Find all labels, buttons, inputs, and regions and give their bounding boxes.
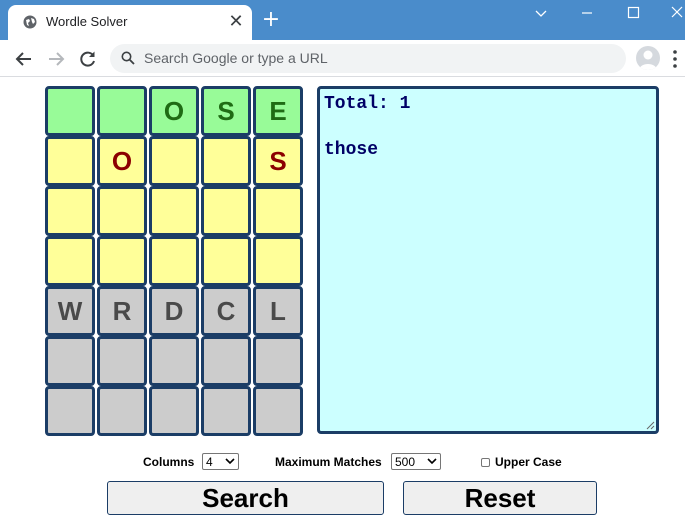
letter-cell-yellow[interactable] bbox=[45, 186, 95, 236]
browser-title-bar: Wordle Solver ✕ + bbox=[0, 0, 685, 40]
results-output[interactable]: Total: 1 those bbox=[317, 86, 659, 434]
minimize-icon[interactable] bbox=[574, 4, 600, 22]
letter-cell-yellow[interactable] bbox=[201, 186, 251, 236]
browser-toolbar: Search Google or type a URL bbox=[0, 40, 685, 77]
omnibox[interactable]: Search Google or type a URL bbox=[110, 44, 626, 73]
letter-cell-gray[interactable] bbox=[97, 386, 147, 436]
letter-cell-yellow[interactable] bbox=[149, 186, 199, 236]
letter-cell-yellow[interactable] bbox=[253, 186, 303, 236]
browser-tab[interactable]: Wordle Solver ✕ bbox=[8, 5, 252, 40]
letter-cell-gray[interactable] bbox=[97, 336, 147, 386]
letter-cell-yellow[interactable] bbox=[97, 236, 147, 286]
columns-select[interactable]: 4 bbox=[202, 453, 239, 470]
columns-select-value: 4 bbox=[206, 455, 213, 469]
letter-cell-gray[interactable]: W bbox=[45, 286, 95, 336]
letter-cell-green[interactable]: E bbox=[253, 86, 303, 136]
letter-cell-green[interactable] bbox=[45, 86, 95, 136]
reset-button[interactable]: Reset bbox=[403, 481, 597, 515]
letter-cell-yellow[interactable] bbox=[45, 136, 95, 186]
letter-cell-gray[interactable]: L bbox=[253, 286, 303, 336]
results-total: Total: 1 bbox=[324, 94, 411, 114]
letter-cell-gray[interactable] bbox=[201, 386, 251, 436]
letter-cell-yellow[interactable] bbox=[149, 236, 199, 286]
letter-cell-yellow[interactable] bbox=[201, 236, 251, 286]
maximize-icon[interactable] bbox=[620, 4, 646, 22]
resize-handle-icon[interactable] bbox=[645, 420, 655, 430]
letter-cell-gray[interactable] bbox=[149, 336, 199, 386]
letter-cell-yellow[interactable] bbox=[201, 136, 251, 186]
letter-cell-yellow[interactable] bbox=[45, 236, 95, 286]
letter-cell-gray[interactable] bbox=[149, 386, 199, 436]
letter-cell-yellow[interactable]: O bbox=[97, 136, 147, 186]
letter-cell-gray[interactable] bbox=[45, 336, 95, 386]
letter-cell-green[interactable]: S bbox=[201, 86, 251, 136]
letter-cell-gray[interactable] bbox=[253, 336, 303, 386]
chevron-down-icon bbox=[225, 458, 235, 465]
person-icon bbox=[639, 50, 657, 70]
letter-cell-yellow[interactable] bbox=[253, 236, 303, 286]
letter-cell-green[interactable] bbox=[97, 86, 147, 136]
letter-cell-gray[interactable]: D bbox=[149, 286, 199, 336]
chevron-down-icon bbox=[427, 458, 437, 465]
letter-cell-gray[interactable] bbox=[253, 386, 303, 436]
new-tab-button[interactable]: + bbox=[260, 9, 282, 31]
letter-cell-gray[interactable]: R bbox=[97, 286, 147, 336]
columns-label: Columns bbox=[143, 455, 195, 469]
letter-cell-yellow[interactable] bbox=[149, 136, 199, 186]
close-window-icon[interactable] bbox=[664, 4, 685, 22]
back-arrow-icon[interactable] bbox=[13, 48, 35, 70]
max-matches-select-value: 500 bbox=[395, 455, 416, 469]
letter-cell-yellow[interactable]: S bbox=[253, 136, 303, 186]
upper-case-checkbox[interactable] bbox=[481, 458, 490, 467]
upper-case-label: Upper Case bbox=[495, 455, 562, 469]
letter-cell-gray[interactable] bbox=[201, 336, 251, 386]
letter-cell-green[interactable]: O bbox=[149, 86, 199, 136]
letter-cell-gray[interactable]: C bbox=[201, 286, 251, 336]
result-word: those bbox=[324, 140, 379, 160]
profile-avatar-icon[interactable] bbox=[636, 46, 660, 70]
forward-arrow-icon[interactable] bbox=[45, 48, 67, 70]
max-matches-select[interactable]: 500 bbox=[391, 453, 441, 470]
search-button[interactable]: Search bbox=[107, 481, 384, 515]
search-icon bbox=[121, 51, 135, 65]
max-matches-label: Maximum Matches bbox=[275, 455, 382, 469]
letter-grid: OSEOSWRDCL bbox=[45, 86, 303, 436]
letter-cell-gray[interactable] bbox=[45, 386, 95, 436]
letter-cell-yellow[interactable] bbox=[97, 186, 147, 236]
omnibox-placeholder: Search Google or type a URL bbox=[144, 50, 328, 66]
tab-close-icon[interactable]: ✕ bbox=[227, 10, 245, 32]
reload-icon[interactable] bbox=[77, 48, 99, 70]
more-menu-icon[interactable] bbox=[672, 49, 678, 69]
tab-search-chevron-icon[interactable] bbox=[528, 4, 554, 22]
tab-title: Wordle Solver bbox=[46, 14, 128, 29]
globe-icon bbox=[23, 15, 37, 29]
